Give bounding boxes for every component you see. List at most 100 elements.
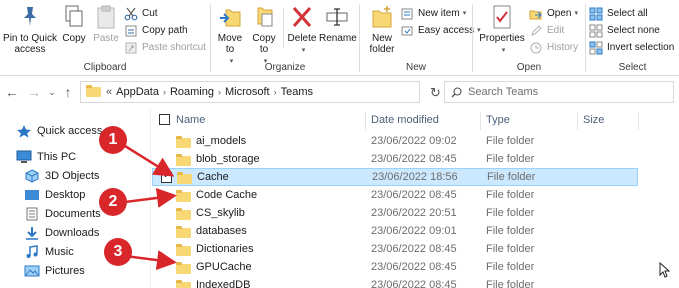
row-checkbox[interactable]: ✓ <box>161 170 172 183</box>
nav-item-quick-access[interactable]: Quick access <box>16 122 102 140</box>
list-item[interactable]: databases 23/06/2022 09:01 File folder <box>152 223 638 241</box>
cut-button[interactable]: Cut <box>124 6 158 22</box>
select-group-label: Select <box>618 62 647 73</box>
list-item[interactable]: CS_skylib 23/06/2022 20:51 File folder <box>152 205 638 223</box>
folder-icon <box>176 208 191 220</box>
nav-label: 3D Objects <box>45 170 100 182</box>
column-divider[interactable] <box>577 112 578 130</box>
new-folder-button[interactable]: New folder <box>366 4 398 55</box>
nav-item-music[interactable]: Music <box>24 243 74 261</box>
file-type: File folder <box>486 279 535 288</box>
nav-item-3d-objects[interactable]: 3D Objects <box>24 167 99 185</box>
properties-button[interactable]: Properties ▾ <box>479 4 525 56</box>
list-item[interactable]: Dictionaries 23/06/2022 08:45 File folde… <box>152 241 638 259</box>
list-item[interactable]: ai_models 23/06/2022 09:02 File folder <box>152 133 638 151</box>
column-divider[interactable] <box>638 112 639 130</box>
delete-x-icon <box>290 4 314 30</box>
pin-quick-access-button[interactable]: Pin to Quick access <box>2 4 58 55</box>
invert-selection-label: Invert selection <box>607 42 675 53</box>
select-all-label: Select all <box>607 8 648 19</box>
back-arrow-icon[interactable]: ← <box>4 84 20 100</box>
open-button[interactable]: Open ▾ <box>529 6 578 22</box>
chevron-right-icon[interactable]: › <box>163 87 166 97</box>
nav-item-desktop[interactable]: Desktop <box>24 186 85 204</box>
column-divider[interactable] <box>480 112 481 130</box>
annotation-badge-3: 3 <box>104 238 132 266</box>
column-header-size[interactable]: Size <box>583 111 604 129</box>
history-icon <box>529 41 543 55</box>
file-name: ai_models <box>196 135 247 147</box>
file-date: 23/06/2022 20:51 <box>371 207 457 219</box>
file-name: databases <box>196 225 247 237</box>
list-item[interactable]: GPUCache 23/06/2022 08:45 File folder <box>152 259 638 277</box>
file-type: File folder <box>486 135 535 147</box>
file-date: 23/06/2022 08:45 <box>371 153 457 165</box>
list-item[interactable]: blob_storage 23/06/2022 08:45 File folde… <box>152 151 638 169</box>
breadcrumb-microsoft[interactable]: Microsoft <box>225 86 270 98</box>
column-header-type[interactable]: Type <box>486 111 510 129</box>
file-type: File folder <box>486 243 535 255</box>
folder-icon <box>176 190 191 202</box>
file-name: blob_storage <box>196 153 260 165</box>
file-date: 23/06/2022 18:56 <box>372 171 458 183</box>
select-all-button[interactable]: Select all <box>589 6 648 22</box>
column-divider[interactable] <box>365 112 366 130</box>
clipboard-icon <box>94 4 118 30</box>
file-type: File folder <box>487 171 536 183</box>
select-all-checkbox[interactable] <box>159 114 170 125</box>
column-header-name[interactable]: Name <box>176 111 205 129</box>
edit-button[interactable]: Edit <box>529 23 564 39</box>
new-item-button[interactable]: New item ▾ <box>400 6 466 22</box>
open-label: Open <box>547 8 572 19</box>
desktop-icon <box>24 188 40 202</box>
delete-button[interactable]: Delete ▾ <box>287 4 317 56</box>
clipboard-group: Pin to Quick access Copy Paste Cut Copy … <box>0 0 210 76</box>
search-box[interactable]: Search Teams <box>444 81 674 103</box>
copy-to-button[interactable]: Copy to ▾ <box>249 4 279 67</box>
refresh-icon[interactable]: ↻ <box>430 85 441 101</box>
easy-access-button[interactable]: Easy access ▾ <box>400 23 481 39</box>
copy-path-button[interactable]: Copy path <box>124 23 188 39</box>
breadcrumb-overflow[interactable]: « <box>106 86 112 98</box>
file-type: File folder <box>486 261 535 273</box>
paste-button[interactable]: Paste <box>92 4 120 44</box>
breadcrumb-teams[interactable]: Teams <box>281 86 313 98</box>
address-bar[interactable]: « AppData › Roaming › Microsoft › Teams <box>80 81 420 103</box>
select-none-button[interactable]: Select none <box>589 23 660 39</box>
list-item-selected[interactable]: ✓ Cache 23/06/2022 18:56 File folder <box>152 168 638 186</box>
up-arrow-icon[interactable]: ↑ <box>60 84 76 100</box>
breadcrumb-roaming[interactable]: Roaming <box>170 86 214 98</box>
documents-icon <box>24 207 40 221</box>
breadcrumb-appdata[interactable]: AppData <box>116 86 159 98</box>
move-to-button[interactable]: Move to ▾ <box>215 4 245 67</box>
pictures-icon <box>24 264 40 278</box>
copy-icon <box>62 4 86 30</box>
select-none-label: Select none <box>607 25 660 36</box>
list-item[interactable]: IndexedDB 23/06/2022 08:45 File folder <box>152 277 638 288</box>
pane-divider[interactable] <box>150 108 151 288</box>
nav-item-this-pc[interactable]: This PC <box>16 148 76 166</box>
nav-label: Desktop <box>45 189 86 201</box>
paste-shortcut-icon <box>124 41 138 55</box>
list-item[interactable]: Code Cache 23/06/2022 08:45 File folder <box>152 187 638 205</box>
paste-shortcut-button[interactable]: Paste shortcut <box>124 40 206 56</box>
copy-button[interactable]: Copy <box>60 4 88 44</box>
chevron-right-icon[interactable]: › <box>218 87 221 97</box>
invert-selection-icon <box>589 41 603 55</box>
rename-button[interactable]: Rename <box>319 4 357 44</box>
recent-locations-chevron-icon[interactable]: ⌄ <box>44 84 60 100</box>
history-button[interactable]: History <box>529 40 578 56</box>
invert-selection-button[interactable]: Invert selection <box>589 40 674 56</box>
nav-item-downloads[interactable]: Downloads <box>24 224 99 242</box>
clipboard-group-label: Clipboard <box>83 62 127 73</box>
nav-item-documents[interactable]: Documents <box>24 205 101 223</box>
open-icon <box>529 7 543 21</box>
new-group: New folder New item ▾ Easy access ▾ New <box>360 0 481 76</box>
properties-icon <box>490 4 514 30</box>
open-group: Properties ▾ Open ▾ Edit History Open <box>473 0 585 76</box>
nav-item-pictures[interactable]: Pictures <box>24 262 85 280</box>
column-header-date[interactable]: Date modified <box>371 111 439 129</box>
new-item-label: New item <box>418 8 460 19</box>
forward-arrow-icon[interactable]: → <box>26 84 42 100</box>
chevron-right-icon[interactable]: › <box>274 87 277 97</box>
